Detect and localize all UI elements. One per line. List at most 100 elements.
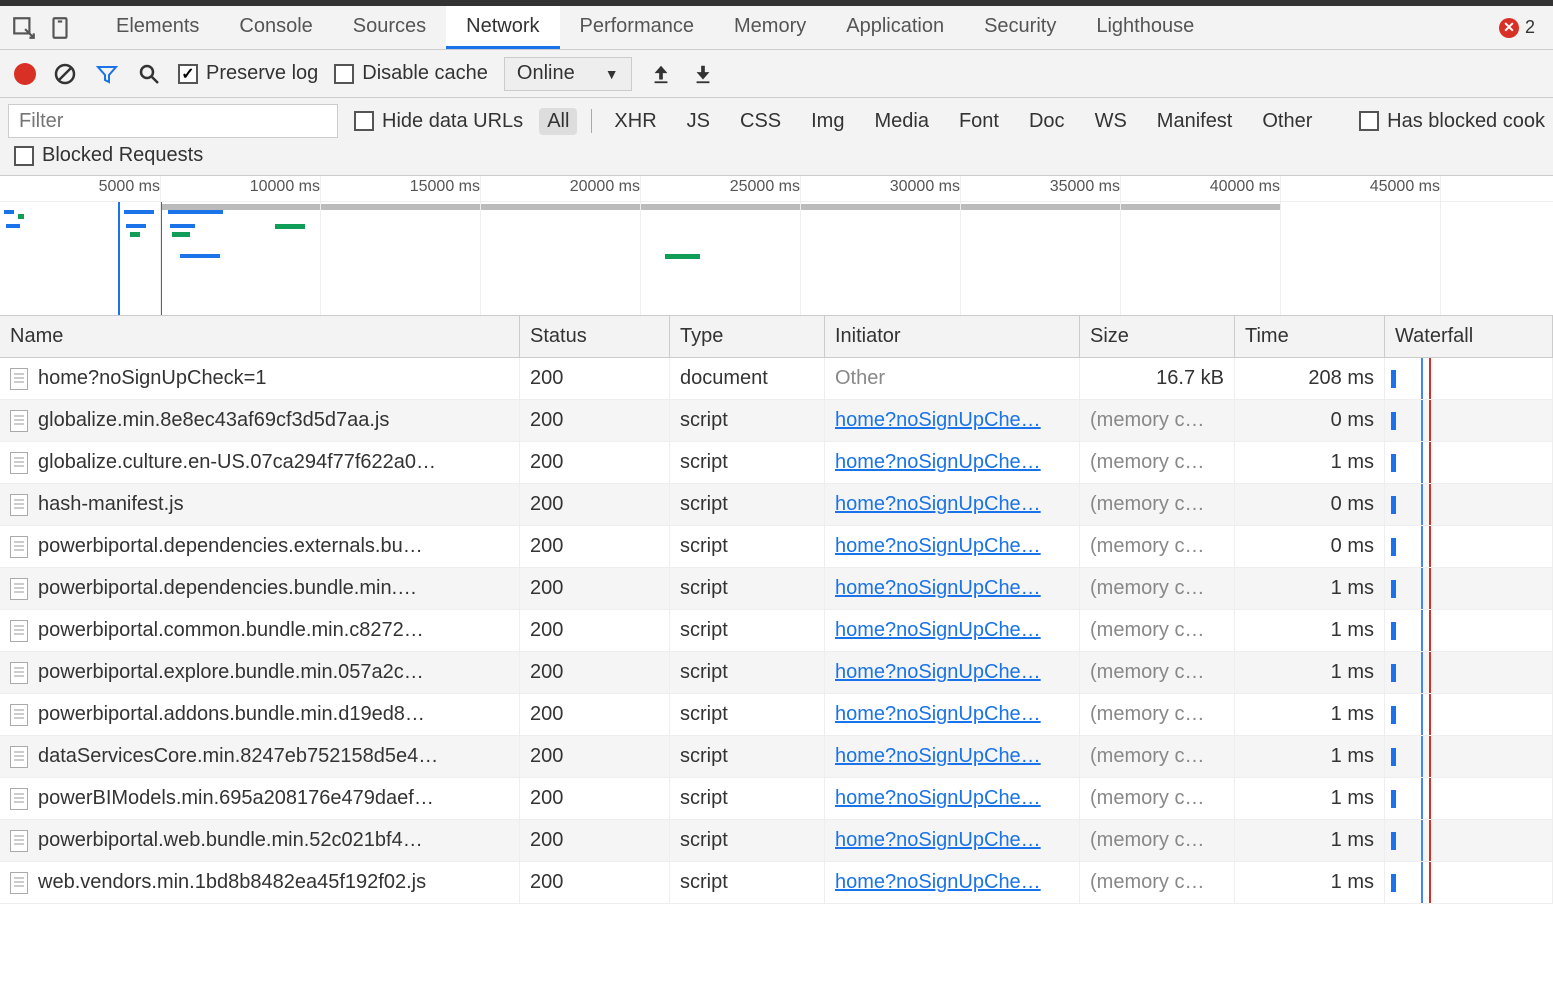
filter-type-ws[interactable]: WS [1087, 108, 1135, 135]
timeline-overview[interactable]: 5000 ms10000 ms15000 ms20000 ms25000 ms3… [0, 176, 1553, 316]
initiator-link[interactable]: home?noSignUpChe… [835, 619, 1041, 642]
initiator-link[interactable]: home?noSignUpChe… [835, 493, 1041, 516]
disable-cache-checkbox[interactable]: Disable cache [334, 62, 488, 85]
cell-name: powerbiportal.dependencies.bundle.min.… [0, 568, 520, 609]
cell-type: script [670, 736, 825, 777]
cell-waterfall [1385, 400, 1553, 441]
initiator-link[interactable]: home?noSignUpChe… [835, 829, 1041, 852]
checkbox-icon [334, 64, 354, 84]
tab-performance[interactable]: Performance [560, 6, 715, 49]
column-header-type[interactable]: Type [670, 316, 825, 357]
initiator-link[interactable]: home?noSignUpChe… [835, 703, 1041, 726]
record-button[interactable] [14, 63, 36, 85]
preserve-log-checkbox[interactable]: Preserve log [178, 62, 318, 85]
download-icon[interactable] [690, 61, 716, 87]
divider [591, 109, 592, 133]
devtools-tabs: ElementsConsoleSourcesNetworkPerformance… [96, 6, 1214, 49]
table-row[interactable]: powerbiportal.web.bundle.min.52c021bf4…2… [0, 820, 1553, 862]
cell-status: 200 [520, 862, 670, 903]
throttling-select[interactable]: Online ▼ [504, 57, 632, 91]
tab-network[interactable]: Network [446, 6, 559, 49]
waterfall-bar [1391, 748, 1396, 766]
filter-type-xhr[interactable]: XHR [606, 108, 664, 135]
initiator-link[interactable]: home?noSignUpChe… [835, 787, 1041, 810]
column-header-name[interactable]: Name [0, 316, 520, 357]
waterfall-bar [1391, 706, 1396, 724]
timeline-tick: 35000 ms [1050, 178, 1120, 196]
initiator-link[interactable]: home?noSignUpChe… [835, 661, 1041, 684]
clear-icon[interactable] [52, 61, 78, 87]
column-header-time[interactable]: Time [1235, 316, 1385, 357]
waterfall-load-line [1429, 610, 1431, 651]
table-row[interactable]: globalize.culture.en-US.07ca294f77f622a0… [0, 442, 1553, 484]
hide-data-urls-checkbox[interactable]: Hide data URLs [354, 110, 523, 133]
filter-type-doc[interactable]: Doc [1021, 108, 1073, 135]
table-row[interactable]: powerBIModels.min.695a208176e479daef…200… [0, 778, 1553, 820]
cell-type: script [670, 778, 825, 819]
table-row[interactable]: web.vendors.min.1bd8b8482ea45f192f02.js 2… [0, 862, 1553, 904]
filter-type-media[interactable]: Media [866, 108, 936, 135]
table-row[interactable]: dataServicesCore.min.8247eb752158d5e4…20… [0, 736, 1553, 778]
filter-type-other[interactable]: Other [1254, 108, 1320, 135]
table-row[interactable]: hash-manifest.js200scripthome?noSignUpCh… [0, 484, 1553, 526]
table-row[interactable]: home?noSignUpCheck=1200documentOther16.7… [0, 358, 1553, 400]
search-icon[interactable] [136, 61, 162, 87]
waterfall-dom-line [1421, 820, 1423, 861]
column-header-status[interactable]: Status [520, 316, 670, 357]
cell-time: 0 ms [1235, 526, 1385, 567]
filter-type-manifest[interactable]: Manifest [1149, 108, 1241, 135]
table-row[interactable]: powerbiportal.common.bundle.min.c8272…20… [0, 610, 1553, 652]
filter-type-font[interactable]: Font [951, 108, 1007, 135]
tab-sources[interactable]: Sources [333, 6, 446, 49]
column-header-waterfall[interactable]: Waterfall [1385, 316, 1553, 357]
cell-initiator: home?noSignUpChe… [825, 526, 1080, 567]
filter-input[interactable] [8, 104, 338, 138]
table-row[interactable]: powerbiportal.addons.bundle.min.d19ed8…2… [0, 694, 1553, 736]
error-badge[interactable]: ✕ 2 [1499, 17, 1535, 38]
disable-cache-label: Disable cache [362, 62, 488, 85]
filter-icon[interactable] [94, 61, 120, 87]
cell-waterfall [1385, 442, 1553, 483]
file-icon [10, 410, 28, 432]
preserve-log-label: Preserve log [206, 62, 318, 85]
request-name: web.vendors.min.1bd8b8482ea45f192f02.js [38, 871, 426, 894]
tab-memory[interactable]: Memory [714, 6, 826, 49]
filter-type-all[interactable]: All [539, 108, 577, 135]
cell-initiator: home?noSignUpChe… [825, 484, 1080, 525]
table-row[interactable]: powerbiportal.dependencies.bundle.min.…2… [0, 568, 1553, 610]
initiator-link[interactable]: home?noSignUpChe… [835, 745, 1041, 768]
cell-type: script [670, 652, 825, 693]
waterfall-load-line [1429, 652, 1431, 693]
table-row[interactable]: powerbiportal.explore.bundle.min.057a2c…… [0, 652, 1553, 694]
table-row[interactable]: powerbiportal.dependencies.externals.bu…… [0, 526, 1553, 568]
filter-type-js[interactable]: JS [679, 108, 718, 135]
file-icon [10, 368, 28, 390]
tab-application[interactable]: Application [826, 6, 964, 49]
upload-icon[interactable] [648, 61, 674, 87]
request-name: globalize.min.8e8ec43af69cf3d5d7aa.js [38, 409, 389, 432]
tab-lighthouse[interactable]: Lighthouse [1076, 6, 1214, 49]
initiator-link[interactable]: home?noSignUpChe… [835, 409, 1041, 432]
initiator-link[interactable]: home?noSignUpChe… [835, 535, 1041, 558]
blocked-requests-checkbox[interactable]: Blocked Requests [14, 144, 203, 167]
initiator-link[interactable]: home?noSignUpChe… [835, 577, 1041, 600]
column-header-initiator[interactable]: Initiator [825, 316, 1080, 357]
tab-security[interactable]: Security [964, 6, 1076, 49]
filter-type-img[interactable]: Img [803, 108, 852, 135]
cell-waterfall [1385, 610, 1553, 651]
filter-type-css[interactable]: CSS [732, 108, 789, 135]
waterfall-dom-line [1421, 358, 1423, 399]
table-row[interactable]: globalize.min.8e8ec43af69cf3d5d7aa.js200… [0, 400, 1553, 442]
tab-elements[interactable]: Elements [96, 6, 219, 49]
cell-initiator: home?noSignUpChe… [825, 568, 1080, 609]
device-toggle-icon[interactable] [42, 10, 78, 46]
waterfall-dom-line [1421, 694, 1423, 735]
initiator-link[interactable]: home?noSignUpChe… [835, 871, 1041, 894]
waterfall-bar [1391, 664, 1396, 682]
initiator-link[interactable]: home?noSignUpChe… [835, 451, 1041, 474]
inspect-element-icon[interactable] [6, 10, 42, 46]
has-blocked-checkbox[interactable]: Has blocked cook [1359, 110, 1545, 133]
column-header-size[interactable]: Size [1080, 316, 1235, 357]
tab-console[interactable]: Console [219, 6, 332, 49]
cell-initiator: home?noSignUpChe… [825, 820, 1080, 861]
